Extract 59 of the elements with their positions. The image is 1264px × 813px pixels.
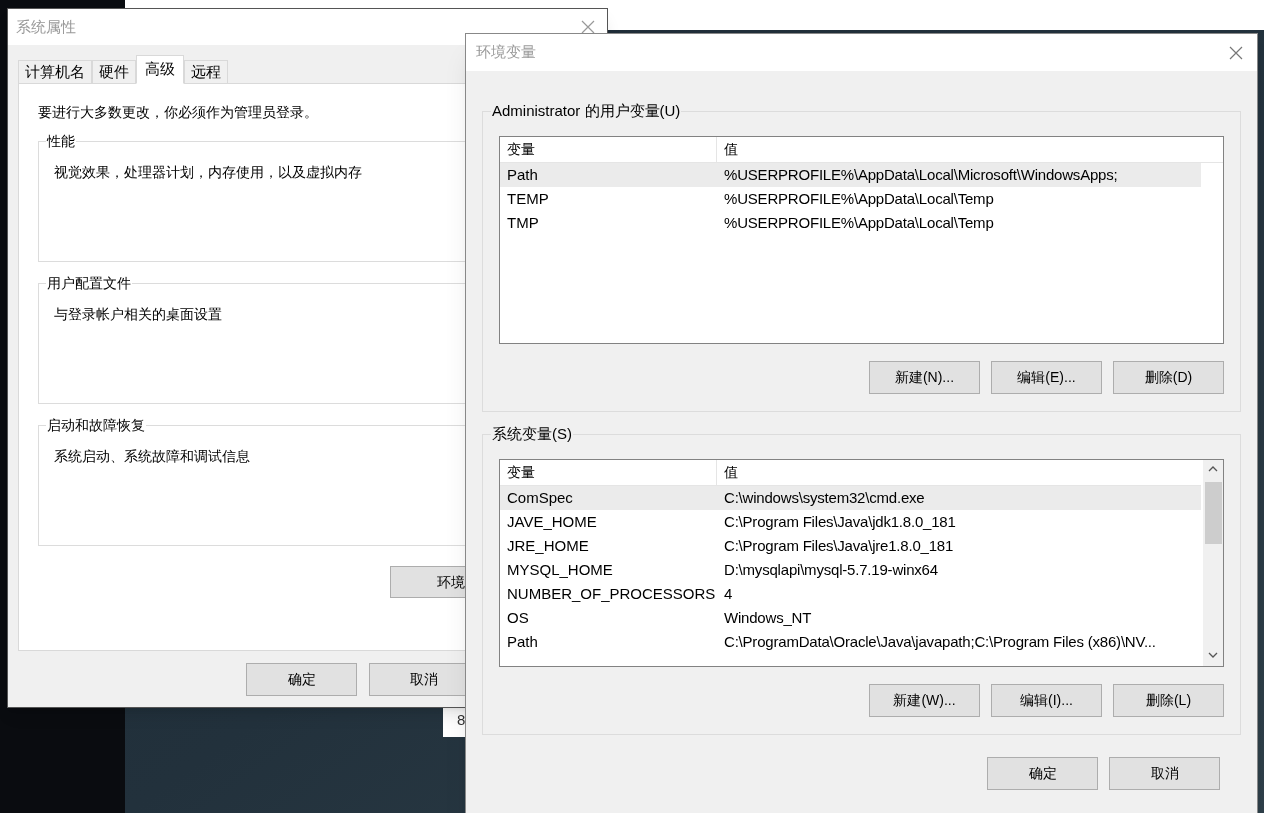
tab[interactable]: 计算机名: [18, 60, 92, 84]
group-title: 系统变量(S): [491, 424, 573, 444]
group-title: Administrator 的用户变量(U): [491, 101, 682, 121]
variable-value: %USERPROFILE%\AppData\Local\Temp: [723, 188, 994, 209]
close-icon[interactable]: [581, 20, 595, 34]
group-description: 系统启动、系统故障和调试信息: [54, 447, 250, 466]
column-header[interactable]: 变量: [500, 460, 717, 485]
variable-name: TEMP: [506, 188, 550, 209]
scroll-thumb[interactable]: [1204, 482, 1222, 544]
tab[interactable]: 硬件: [92, 60, 136, 84]
dialog-button[interactable]: 确定: [987, 757, 1098, 790]
window-title: 环境变量: [476, 42, 536, 63]
list-row[interactable]: Path %USERPROFILE%\AppData\Local\Microsoft\WindowsApps;: [500, 163, 1201, 187]
variable-value: %USERPROFILE%\AppData\Local\Microsoft\WindowsApps;: [723, 164, 1118, 185]
variable-name: MYSQL_HOME: [506, 559, 614, 580]
tab[interactable]: 远程: [184, 60, 228, 84]
dialog-button[interactable]: 确定: [246, 663, 357, 696]
group-description: 视觉效果，处理器计划，内存使用，以及虚拟内存: [54, 163, 362, 182]
variable-name: NUMBER_OF_PROCESSORS: [506, 583, 717, 604]
variable-name: ComSpec: [506, 487, 574, 508]
variable-value: C:\Program Files\Java\jre1.8.0_181: [723, 535, 954, 556]
tab[interactable]: 高级: [136, 55, 184, 84]
close-icon[interactable]: [1229, 45, 1243, 60]
variable-value: 4: [723, 583, 733, 604]
column-header[interactable]: 变量: [500, 137, 717, 162]
variable-name: OS: [506, 607, 530, 628]
variable-name: TMP: [506, 212, 540, 233]
environment-variables-button[interactable]: 环境: [390, 566, 466, 598]
variable-name: Path: [506, 164, 539, 185]
column-header[interactable]: 值: [717, 137, 1223, 162]
variable-value: C:\Program Files\Java\jdk1.8.0_181: [723, 511, 956, 532]
variable-name: Path: [506, 631, 539, 652]
action-button[interactable]: 新建(W)...: [869, 684, 980, 717]
group-title: 性能: [46, 132, 76, 150]
action-button[interactable]: 编辑(I)...: [991, 684, 1102, 717]
action-button[interactable]: 删除(D): [1113, 361, 1224, 394]
list-row[interactable]: ComSpec C:\windows\system32\cmd.exe: [500, 486, 1201, 510]
variable-value: C:\windows\system32\cmd.exe: [723, 487, 925, 508]
variable-name: JAVE_HOME: [506, 511, 598, 532]
variable-value: %USERPROFILE%\AppData\Local\Temp: [723, 212, 994, 233]
action-button[interactable]: 编辑(E)...: [991, 361, 1102, 394]
variable-value: Windows_NT: [723, 607, 812, 628]
variable-value: D:\mysqlapi\mysql-5.7.19-winx64: [723, 559, 938, 580]
scrollbar[interactable]: [1203, 460, 1223, 666]
column-header[interactable]: 值: [717, 460, 1201, 485]
dialog-button[interactable]: 取消: [1109, 757, 1220, 790]
dialog-button[interactable]: 取消: [369, 663, 465, 696]
notice-text: 要进行大多数更改，你必须作为管理员登录。: [38, 103, 318, 122]
group-description: 与登录帐户相关的桌面设置: [54, 305, 222, 324]
window-fragment: 8: [443, 708, 465, 737]
window-title: 系统属性: [16, 16, 76, 37]
group-title: 用户配置文件: [46, 274, 132, 292]
variable-value: C:\ProgramData\Oracle\Java\javapath;C:\Program Files (x86)\NV...: [723, 631, 1156, 652]
scroll-up-icon[interactable]: [1208, 466, 1218, 472]
group-title: 启动和故障恢复: [46, 416, 146, 434]
variable-name: JRE_HOME: [506, 535, 590, 556]
action-button[interactable]: 删除(L): [1113, 684, 1224, 717]
scroll-down-icon[interactable]: [1208, 652, 1218, 658]
action-button[interactable]: 新建(N)...: [869, 361, 980, 394]
